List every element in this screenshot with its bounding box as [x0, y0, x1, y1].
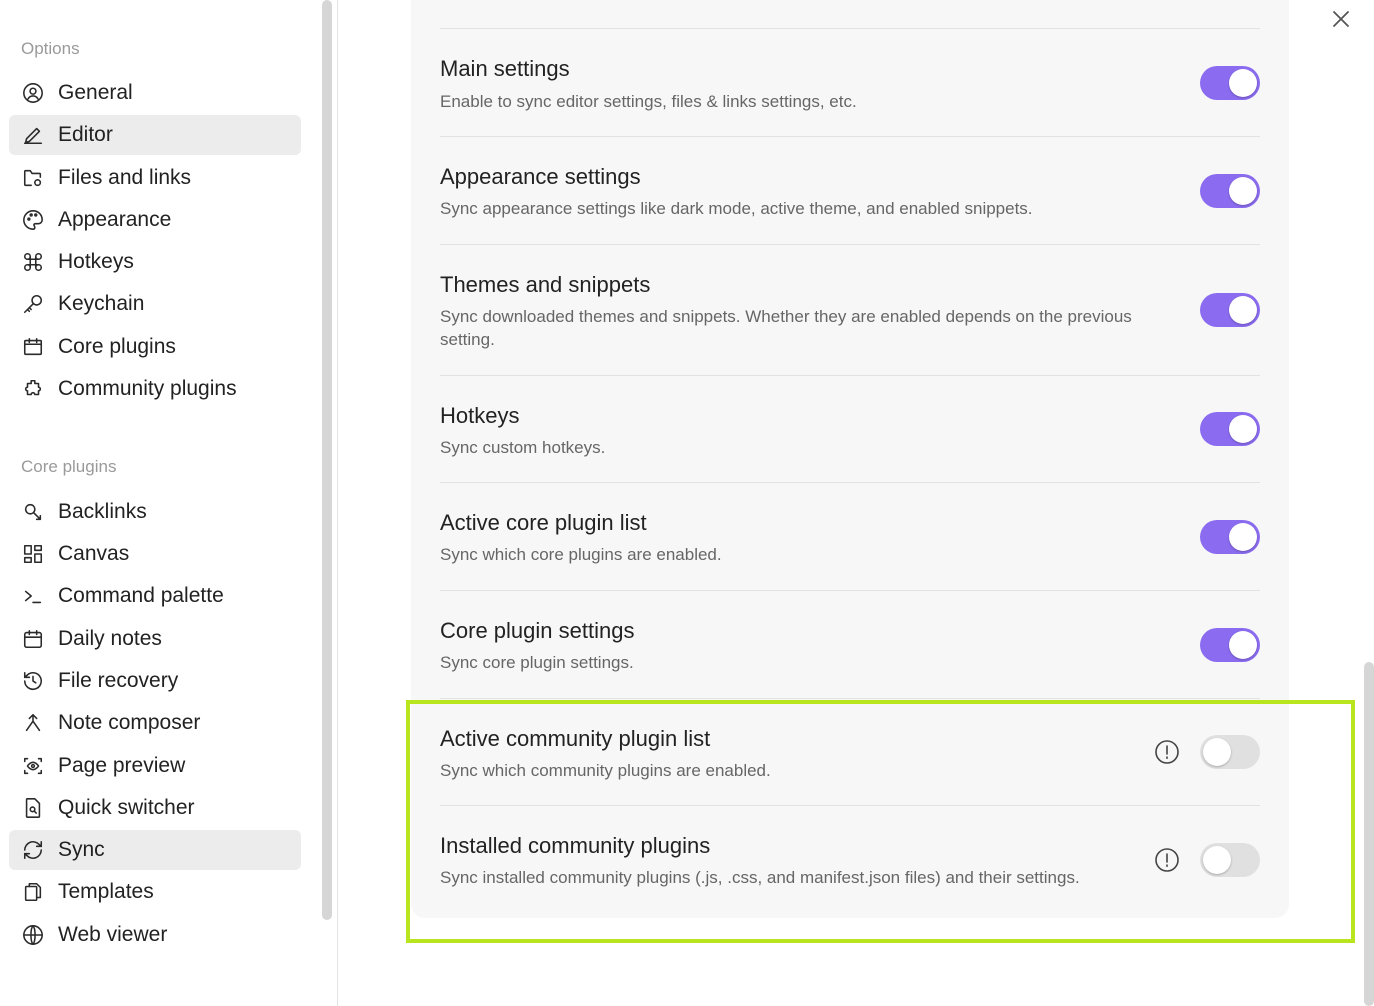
core-plugins-section-title: Core plugins [21, 457, 117, 476]
sidebar-item-appearance[interactable]: Appearance [9, 200, 301, 240]
setting-name: Hotkeys [440, 403, 520, 428]
merge-icon [21, 711, 45, 735]
sidebar-item-file-recovery[interactable]: File recovery [9, 661, 301, 701]
refresh-icon [21, 838, 45, 862]
sidebar-item-label: File recovery [58, 669, 179, 692]
sidebar-item-label: Command palette [58, 584, 224, 607]
hotkeys-toggle[interactable] [1200, 412, 1260, 446]
setting-themes-and-snippets: Themes and snippets Sync downloaded them… [440, 244, 1260, 375]
setting-appearance-settings: Appearance settings Sync appearance sett… [440, 136, 1260, 244]
setting-main-settings: Main settings Enable to sync editor sett… [440, 28, 1260, 136]
sidebar-item-quick-switcher[interactable]: Quick switcher [9, 788, 301, 828]
command-icon [21, 250, 45, 274]
history-icon [21, 669, 45, 693]
sidebar-item-web-viewer[interactable]: Web viewer [9, 915, 301, 955]
layout-dashboard-icon [21, 542, 45, 566]
sidebar-scrollbar[interactable] [322, 0, 332, 920]
toggle-knob [1229, 69, 1257, 97]
core-plugin-settings-toggle[interactable] [1200, 628, 1260, 662]
sidebar-item-files-and-links[interactable]: Files and links [9, 158, 301, 198]
toggle-knob [1229, 296, 1257, 324]
sidebar-item-keychain[interactable]: Keychain [9, 284, 301, 324]
sidebar-item-label: Keychain [58, 292, 145, 315]
sidebar-item-note-composer[interactable]: Note composer [9, 703, 301, 743]
backlink-icon [21, 500, 45, 524]
globe-icon [21, 923, 45, 947]
sidebar-item-label: Canvas [58, 542, 130, 565]
sidebar-item-label: Editor [58, 123, 113, 146]
sidebar-item-core-plugins[interactable]: Core plugins [9, 327, 301, 367]
sidebar-item-label: Files and links [58, 166, 192, 189]
puzzle-icon [21, 377, 45, 401]
setting-core-plugin-settings: Core plugin settings Sync core plugin se… [440, 590, 1260, 698]
sidebar-item-command-palette[interactable]: Command palette [9, 576, 301, 616]
sidebar-item-label: Quick switcher [58, 796, 195, 819]
main-settings-toggle[interactable] [1200, 66, 1260, 100]
toggle-knob [1229, 631, 1257, 659]
sidebar-item-label: General [58, 81, 133, 104]
setting-description: Enable to sync editor settings, files & … [440, 92, 857, 111]
file-search-icon [21, 796, 45, 820]
sidebar-item-label: Daily notes [58, 627, 162, 650]
setting-description: Sync core plugin settings. [440, 653, 634, 672]
sidebar-item-canvas[interactable]: Canvas [9, 534, 301, 574]
sidebar-item-page-preview[interactable]: Page preview [9, 746, 301, 786]
sidebar-item-hotkeys[interactable]: Hotkeys [9, 242, 301, 282]
sidebar-item-label: Backlinks [58, 500, 147, 523]
sidebar-item-editor[interactable]: Editor [9, 115, 301, 155]
setting-name: Active core plugin list [440, 510, 647, 535]
close-icon [1333, 11, 1349, 27]
palette-icon [21, 208, 45, 232]
calendar-box-icon [21, 335, 45, 359]
options-section-title: Options [21, 39, 80, 58]
highlight-box [406, 700, 1355, 943]
setting-name: Core plugin settings [440, 618, 635, 643]
sidebar-item-label: Hotkeys [58, 250, 134, 273]
setting-description: Sync downloaded themes and snippets. Whe… [440, 307, 1132, 349]
sidebar-item-sync[interactable]: Sync [9, 830, 301, 870]
setting-name: Appearance settings [440, 164, 641, 189]
sidebar-item-label: Templates [58, 880, 154, 903]
setting-active-core-plugin-list: Active core plugin list Sync which core … [440, 482, 1260, 590]
sidebar-item-community-plugins[interactable]: Community plugins [9, 369, 301, 409]
close-button[interactable] [1328, 6, 1354, 32]
active-core-plugin-list-toggle[interactable] [1200, 520, 1260, 554]
sidebar-item-label: Page preview [58, 754, 186, 777]
folder-cog-icon [21, 166, 45, 190]
themes-and-snippets-toggle[interactable] [1200, 293, 1260, 327]
sidebar-item-label: Appearance [58, 208, 172, 231]
sidebar-item-label: Web viewer [58, 923, 168, 946]
calendar-icon [21, 627, 45, 651]
sidebar-scroll-area: Options General Editor Files and links A… [0, 0, 320, 1006]
sidebar-item-label: Community plugins [58, 377, 237, 400]
sidebar-item-templates[interactable]: Templates [9, 872, 301, 912]
appearance-settings-toggle[interactable] [1200, 174, 1260, 208]
setting-name: Main settings [440, 56, 570, 81]
setting-hotkeys: Hotkeys Sync custom hotkeys. [440, 375, 1260, 482]
toggle-knob [1229, 177, 1257, 205]
sidebar-item-backlinks[interactable]: Backlinks [9, 492, 301, 532]
pencil-icon [21, 123, 45, 147]
sidebar-item-label: Core plugins [58, 335, 176, 358]
sidebar-item-label: Sync [58, 838, 105, 861]
setting-name: Themes and snippets [440, 272, 651, 297]
toggle-knob [1229, 415, 1257, 443]
setting-description: Sync which core plugins are enabled. [440, 545, 722, 564]
sidebar-item-daily-notes[interactable]: Daily notes [9, 619, 301, 659]
scan-eye-icon [21, 754, 45, 778]
content-scrollbar[interactable] [1364, 662, 1374, 1006]
setting-description: Sync custom hotkeys. [440, 438, 606, 457]
setting-description: Sync appearance settings like dark mode,… [440, 199, 1033, 218]
settings-sidebar: Options General Editor Files and links A… [0, 0, 338, 1006]
toggle-knob [1229, 523, 1257, 551]
sidebar-item-label: Note composer [58, 711, 201, 734]
sidebar-item-general[interactable]: General [9, 73, 301, 113]
files-icon [21, 880, 45, 904]
user-circle-icon [21, 81, 45, 105]
terminal-icon [21, 584, 45, 608]
key-icon [21, 292, 45, 316]
